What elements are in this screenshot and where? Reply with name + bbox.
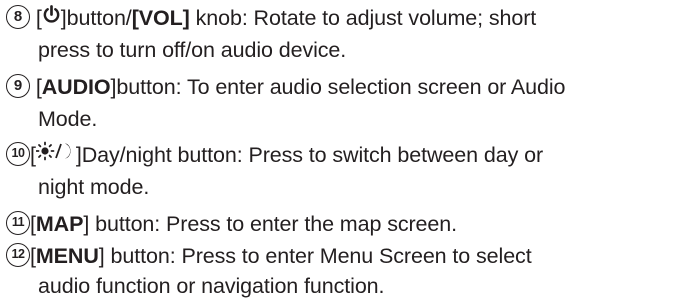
item-9-desc-2: Mode. [38, 107, 98, 131]
item-number-9: 9 [6, 74, 30, 99]
item-9-desc-1: button: To enter audio selection screen … [116, 75, 566, 99]
item-10-line-1: 10[]Day/night button: Press to switch be… [6, 141, 543, 169]
item-number-12: 12 [6, 243, 30, 268]
item-12-desc-1: button: Press to enter Menu Screen to se… [104, 244, 532, 268]
audio-key-label: AUDIO [41, 75, 111, 99]
item-number-8: 8 [6, 5, 30, 30]
item-12-line-1: 12 [MENU] button: Press to enter Menu Scr… [6, 242, 532, 270]
power-icon [42, 3, 61, 31]
day-night-icon [35, 140, 76, 168]
item-8-desc-2: press to turn off/on audio device. [38, 38, 347, 62]
item-9-line-1: 9 [AUDIO]button: To enter audio selectio… [6, 73, 566, 101]
item-number-11: 11 [6, 211, 30, 236]
manual-page: 8 []button/[VOL] knob: Rotate to adjust … [0, 0, 693, 298]
item-8-line-1: 8 []button/[VOL] knob: Rotate to adjust … [6, 4, 536, 32]
item-12-desc-2: audio function or navigation function. [38, 274, 385, 298]
vol-close-bracket: ] [182, 6, 190, 30]
item-10-desc-1: Day/night button: Press to switch betwee… [81, 143, 544, 167]
item-8-middle: button/ [66, 6, 132, 30]
vol-open-bracket: [ [131, 6, 139, 30]
item-11-desc-1: button: Press to enter the map screen. [89, 212, 458, 236]
item-number-10: 10 [6, 142, 30, 167]
map-key-label: MAP [35, 212, 84, 236]
vol-key-label: VOL [138, 6, 183, 30]
item-8-desc-1: knob: Rotate to adjust volume; short [189, 6, 537, 30]
item-11-line-1: 11 [MAP] button: Press to enter the map s… [6, 210, 457, 238]
menu-key-label: MENU [35, 244, 99, 268]
item-10-desc-2: night mode. [38, 175, 150, 199]
